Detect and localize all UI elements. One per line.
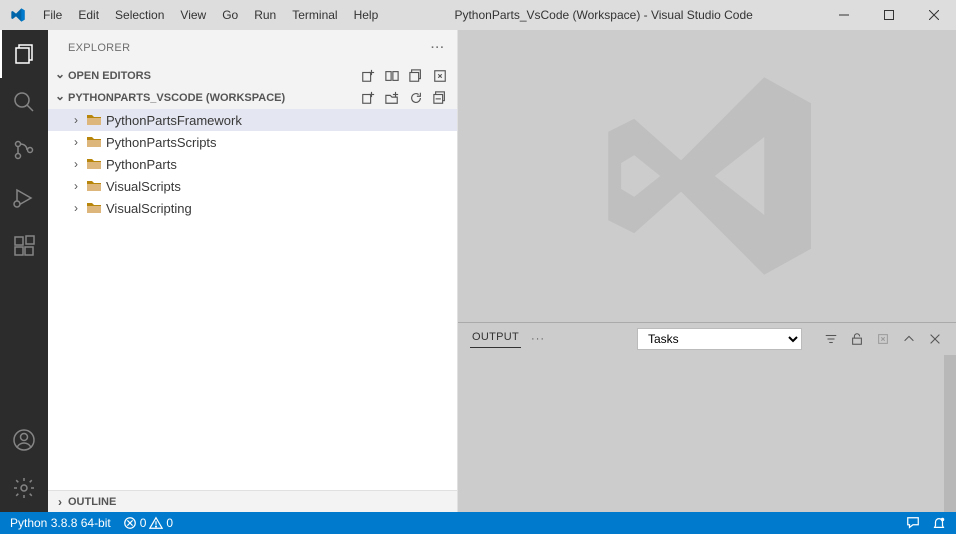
file-tree: PythonPartsFramework PythonPartsScripts … bbox=[48, 109, 457, 490]
activity-explorer[interactable] bbox=[0, 30, 48, 78]
chevron-right-icon bbox=[68, 135, 84, 149]
explorer-sidebar: EXPLORER ··· OPEN EDITORS PYTHONPARTS_VS… bbox=[48, 30, 458, 512]
close-button[interactable] bbox=[911, 0, 956, 30]
explorer-more-icon[interactable]: ··· bbox=[431, 42, 445, 54]
status-bell-icon[interactable] bbox=[926, 512, 952, 534]
tree-item-label: VisualScripting bbox=[106, 201, 192, 216]
activity-run-debug[interactable] bbox=[0, 174, 48, 222]
chevron-right-icon bbox=[68, 157, 84, 171]
menu-run[interactable]: Run bbox=[246, 0, 284, 30]
new-file-icon[interactable] bbox=[359, 89, 377, 107]
maximize-panel-icon[interactable] bbox=[900, 330, 918, 348]
menu-edit[interactable]: Edit bbox=[70, 0, 107, 30]
panel-more-icon[interactable]: ··· bbox=[531, 333, 545, 345]
workspace-section[interactable]: PYTHONPARTS_VSCODE (WORKSPACE) bbox=[48, 87, 457, 109]
save-all-icon[interactable] bbox=[407, 67, 425, 85]
activity-settings[interactable] bbox=[0, 464, 48, 512]
menu-help[interactable]: Help bbox=[346, 0, 387, 30]
window-title: PythonParts_VsCode (Workspace) - Visual … bbox=[386, 8, 821, 22]
tree-folder[interactable]: PythonPartsFramework bbox=[48, 109, 457, 131]
window-controls bbox=[821, 0, 956, 30]
clear-output-icon[interactable] bbox=[874, 330, 892, 348]
folder-icon bbox=[86, 178, 102, 194]
menu-selection[interactable]: Selection bbox=[107, 0, 172, 30]
menu-file[interactable]: File bbox=[35, 0, 70, 30]
outline-section[interactable]: OUTLINE bbox=[48, 490, 457, 512]
menu-terminal[interactable]: Terminal bbox=[284, 0, 345, 30]
chevron-right-icon bbox=[68, 201, 84, 215]
new-folder-icon[interactable] bbox=[383, 89, 401, 107]
status-python[interactable]: Python 3.8.8 64-bit bbox=[4, 512, 117, 534]
maximize-button[interactable] bbox=[866, 0, 911, 30]
activity-accounts[interactable] bbox=[0, 416, 48, 464]
chevron-right-icon bbox=[52, 495, 68, 509]
outline-label: OUTLINE bbox=[68, 496, 449, 508]
filter-icon[interactable] bbox=[822, 330, 840, 348]
activity-search[interactable] bbox=[0, 78, 48, 126]
tree-item-label: PythonParts bbox=[106, 157, 177, 172]
activity-bar bbox=[0, 30, 48, 512]
tree-item-label: VisualScripts bbox=[106, 179, 181, 194]
open-editors-label: OPEN EDITORS bbox=[68, 70, 359, 82]
title-bar: File Edit Selection View Go Run Terminal… bbox=[0, 0, 956, 30]
new-untitled-icon[interactable] bbox=[359, 67, 377, 85]
toggle-layout-icon[interactable] bbox=[383, 67, 401, 85]
folder-icon bbox=[86, 200, 102, 216]
tree-folder[interactable]: PythonPartsScripts bbox=[48, 131, 457, 153]
menu-go[interactable]: Go bbox=[214, 0, 246, 30]
status-problems[interactable]: 0 0 bbox=[117, 512, 179, 534]
activity-extensions[interactable] bbox=[0, 222, 48, 270]
output-channel-dropdown[interactable]: Tasks bbox=[637, 328, 802, 350]
tree-folder[interactable]: PythonParts bbox=[48, 153, 457, 175]
chevron-down-icon bbox=[52, 69, 68, 83]
folder-icon bbox=[86, 134, 102, 150]
tree-folder[interactable]: VisualScripting bbox=[48, 197, 457, 219]
chevron-right-icon bbox=[68, 113, 84, 127]
status-feedback-icon[interactable] bbox=[900, 512, 926, 534]
editor-empty-state bbox=[458, 30, 956, 322]
minimize-button[interactable] bbox=[821, 0, 866, 30]
close-all-icon[interactable] bbox=[431, 67, 449, 85]
tree-item-label: PythonPartsFramework bbox=[106, 113, 242, 128]
bottom-panel: OUTPUT ··· Tasks bbox=[458, 322, 956, 512]
vscode-logo-icon bbox=[0, 7, 35, 23]
folder-icon bbox=[86, 156, 102, 172]
status-warnings-count: 0 bbox=[166, 516, 173, 530]
panel-tab-output[interactable]: OUTPUT bbox=[470, 331, 521, 348]
activity-source-control[interactable] bbox=[0, 126, 48, 174]
main-menu: File Edit Selection View Go Run Terminal… bbox=[35, 0, 386, 30]
explorer-title-label: EXPLORER bbox=[68, 42, 431, 54]
collapse-all-icon[interactable] bbox=[431, 89, 449, 107]
status-bar: Python 3.8.8 64-bit 0 0 bbox=[0, 512, 956, 534]
tree-folder[interactable]: VisualScripts bbox=[48, 175, 457, 197]
output-body[interactable] bbox=[458, 355, 956, 512]
menu-view[interactable]: View bbox=[172, 0, 214, 30]
open-editors-section[interactable]: OPEN EDITORS bbox=[48, 65, 457, 87]
chevron-right-icon bbox=[68, 179, 84, 193]
chevron-down-icon bbox=[52, 91, 68, 105]
refresh-icon[interactable] bbox=[407, 89, 425, 107]
workspace-label: PYTHONPARTS_VSCODE (WORKSPACE) bbox=[68, 92, 359, 104]
status-errors-count: 0 bbox=[140, 516, 147, 530]
explorer-title: EXPLORER ··· bbox=[48, 30, 457, 65]
editor-area: OUTPUT ··· Tasks bbox=[458, 30, 956, 512]
tree-item-label: PythonPartsScripts bbox=[106, 135, 217, 150]
lock-icon[interactable] bbox=[848, 330, 866, 348]
close-panel-icon[interactable] bbox=[926, 330, 944, 348]
folder-icon bbox=[86, 112, 102, 128]
